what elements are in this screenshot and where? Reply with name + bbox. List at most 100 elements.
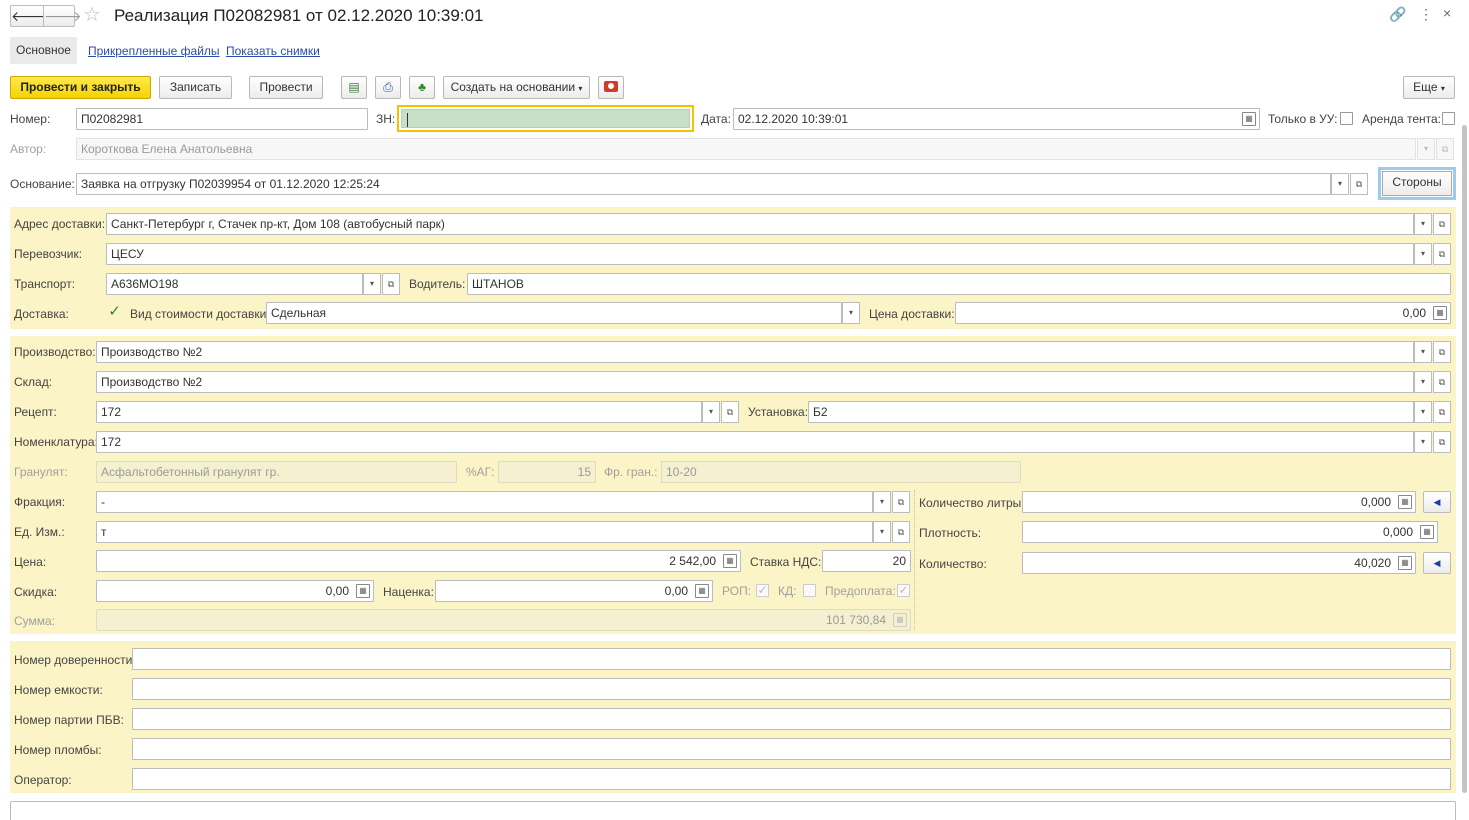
hierarchy-icon: ♣ <box>418 80 426 94</box>
address-dropdown-button[interactable]: ▾ <box>1414 213 1432 235</box>
tab-show-snapshots[interactable]: Показать снимки <box>226 44 320 58</box>
basis-field[interactable]: Заявка на отгрузку П02039954 от 01.12.20… <box>76 173 1331 195</box>
link-icon[interactable]: 🔗 <box>1389 6 1406 23</box>
density-field[interactable]: 0,000 ▦ <box>1022 521 1438 543</box>
seal-field[interactable] <box>132 738 1451 760</box>
camera-icon <box>604 81 618 93</box>
operator-label: Оператор: <box>14 773 72 787</box>
cost-type-field[interactable]: Сдельная <box>266 302 842 324</box>
calculator-icon[interactable]: ▦ <box>1398 556 1412 570</box>
warehouse-open-button[interactable]: ⧉ <box>1433 371 1451 393</box>
number-field[interactable]: П02082981 <box>76 108 368 130</box>
transport-dropdown-button[interactable]: ▾ <box>363 273 381 295</box>
warehouse-field[interactable]: Производство №2 <box>96 371 1414 393</box>
calculator-icon[interactable]: ▦ <box>1398 495 1412 509</box>
carrier-open-button[interactable]: ⧉ <box>1433 243 1451 265</box>
nomenclature-open-button[interactable]: ⧉ <box>1433 431 1451 453</box>
close-icon[interactable]: × <box>1443 5 1451 21</box>
fraction-field[interactable]: - <box>96 491 873 513</box>
prepay-checkbox: ✓ <box>897 583 910 597</box>
report-button[interactable]: ▤ <box>341 76 367 99</box>
production-open-button[interactable]: ⧉ <box>1433 341 1451 363</box>
comment-field[interactable] <box>10 801 1456 820</box>
triangle-left-icon: ◀ <box>1433 558 1441 568</box>
only-uu-checkbox[interactable] <box>1340 112 1353 125</box>
back-button[interactable]: 🡐 <box>10 5 49 27</box>
camera-button[interactable] <box>598 76 624 99</box>
basis-dropdown-button[interactable]: ▾ <box>1331 173 1349 195</box>
post-and-close-button[interactable]: Провести и закрыть <box>10 76 151 99</box>
save-button[interactable]: Записать <box>159 76 232 99</box>
more-button[interactable]: Еще ▾ <box>1403 76 1455 99</box>
create-based-on-button[interactable]: Создать на основании ▾ <box>443 76 590 99</box>
sides-button[interactable]: Стороны <box>1378 167 1456 200</box>
vat-field[interactable]: 20 <box>822 550 911 572</box>
poa-field[interactable] <box>132 648 1451 670</box>
cost-type-dropdown-button[interactable]: ▾ <box>842 302 860 324</box>
delivery-checkbox[interactable]: ✓ <box>108 304 121 319</box>
recipe-field[interactable]: 172 <box>96 401 702 423</box>
operator-field[interactable] <box>132 768 1451 790</box>
transport-field[interactable]: А636МО198 <box>106 273 363 295</box>
calculator-icon[interactable]: ▦ <box>1420 525 1434 539</box>
delivery-price-field[interactable]: 0,00 ▦ <box>955 302 1451 324</box>
calculator-icon[interactable]: ▦ <box>723 554 737 568</box>
nomenclature-label: Номенклатура: <box>14 435 98 449</box>
plant-open-button[interactable]: ⧉ <box>1433 401 1451 423</box>
number-label: Номер: <box>10 112 51 126</box>
forward-button[interactable]: 🡒 <box>43 5 82 27</box>
structure-button[interactable]: ♣ <box>409 76 435 99</box>
unit-open-button[interactable]: ⧉ <box>892 521 910 543</box>
calculator-icon[interactable]: ▦ <box>1433 306 1447 320</box>
price-field[interactable]: 2 542,00 ▦ <box>96 550 741 572</box>
plant-dropdown-button[interactable]: ▾ <box>1414 401 1432 423</box>
ag-field: 15 <box>498 461 596 483</box>
calculator-icon[interactable]: ▦ <box>356 584 370 598</box>
driver-field[interactable]: ШТАНОВ <box>467 273 1451 295</box>
nomenclature-field[interactable]: 172 <box>96 431 1414 453</box>
tab-main[interactable]: Основное <box>10 37 77 64</box>
unit-label: Ед. Изм.: <box>14 525 65 539</box>
author-field: Короткова Елена Анатольевна <box>76 138 1416 160</box>
address-open-button[interactable]: ⧉ <box>1433 213 1451 235</box>
fraction-open-button[interactable]: ⧉ <box>892 491 910 513</box>
favorite-star-icon[interactable]: ☆ <box>83 3 101 27</box>
print-button[interactable]: ⎙ <box>375 76 401 99</box>
tent-rent-checkbox[interactable] <box>1442 112 1455 125</box>
liters-field[interactable]: 0,000 ▦ <box>1022 491 1416 513</box>
document-add-icon: ▤ <box>348 80 360 94</box>
more-vertical-icon[interactable]: ⋮ <box>1419 6 1433 23</box>
carrier-field[interactable]: ЦЕСУ <box>106 243 1414 265</box>
zn-field[interactable] <box>397 105 694 132</box>
basis-open-button[interactable]: ⧉ <box>1350 173 1368 195</box>
post-button[interactable]: Провести <box>249 76 323 99</box>
nomenclature-dropdown-button[interactable]: ▾ <box>1414 431 1432 453</box>
vertical-scrollbar[interactable] <box>1462 125 1467 793</box>
quantity-field[interactable]: 40,020 ▦ <box>1022 552 1416 574</box>
batch-field[interactable] <box>132 708 1451 730</box>
plant-field[interactable]: Б2 <box>808 401 1414 423</box>
unit-field[interactable]: т <box>96 521 873 543</box>
recipe-dropdown-button[interactable]: ▾ <box>702 401 720 423</box>
fraction-dropdown-button[interactable]: ▾ <box>873 491 891 513</box>
unit-dropdown-button[interactable]: ▾ <box>873 521 891 543</box>
date-field[interactable]: 02.12.2020 10:39:01 ▦ <box>733 108 1260 130</box>
liters-apply-button[interactable]: ◀ <box>1423 491 1451 513</box>
production-field[interactable]: Производство №2 <box>96 341 1414 363</box>
discount-field[interactable]: 0,00 ▦ <box>96 580 374 602</box>
recipe-open-button[interactable]: ⧉ <box>721 401 739 423</box>
sides-button-label: Стороны <box>1382 171 1452 196</box>
carrier-dropdown-button[interactable]: ▾ <box>1414 243 1432 265</box>
prepay-label: Предоплата: <box>825 584 896 598</box>
calendar-icon[interactable]: ▦ <box>1242 112 1256 126</box>
tab-attached-files[interactable]: Прикрепленные файлы <box>88 44 220 58</box>
batch-label: Номер партии ПБВ: <box>14 713 124 727</box>
container-field[interactable] <box>132 678 1451 700</box>
production-dropdown-button[interactable]: ▾ <box>1414 341 1432 363</box>
quantity-apply-button[interactable]: ◀ <box>1423 552 1451 574</box>
transport-open-button[interactable]: ⧉ <box>382 273 400 295</box>
address-field[interactable]: Санкт-Петербург г, Стачек пр-кт, Дом 108… <box>106 213 1414 235</box>
calculator-icon[interactable]: ▦ <box>695 584 709 598</box>
markup-field[interactable]: 0,00 ▦ <box>435 580 713 602</box>
warehouse-dropdown-button[interactable]: ▾ <box>1414 371 1432 393</box>
